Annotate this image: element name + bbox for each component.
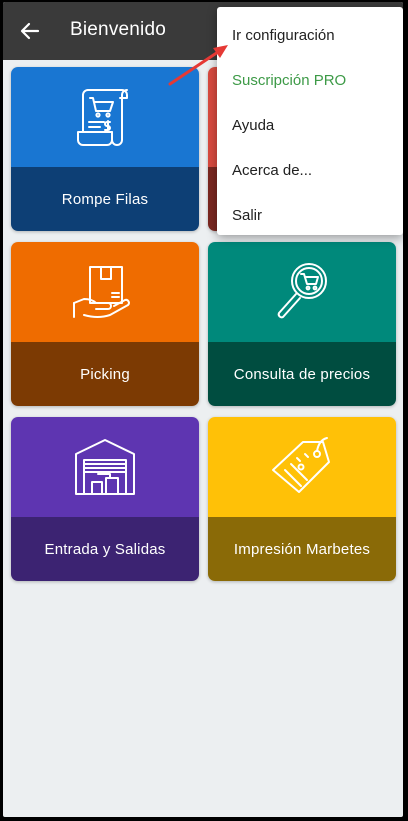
- menu-item-suscripcion-pro[interactable]: Suscripción PRO: [217, 58, 403, 103]
- menu-item-salir[interactable]: Salir: [217, 193, 403, 238]
- app-screen: Bienvenido Rompe Filas Picking Consulta …: [3, 2, 403, 817]
- tile-entrada-salidas[interactable]: Entrada y Salidas: [11, 417, 199, 581]
- tile-bottom: Consulta de precios: [208, 342, 396, 406]
- overflow-menu: Ir configuración Suscripción PRO Ayuda A…: [217, 7, 403, 235]
- tile-picking[interactable]: Picking: [11, 242, 199, 406]
- tile-label: Entrada y Salidas: [44, 540, 166, 558]
- tile-label: Picking: [80, 365, 130, 383]
- back-button[interactable]: [17, 18, 43, 44]
- arrow-left-icon: [20, 22, 40, 40]
- price-tag-icon: [272, 437, 330, 493]
- tile-rompe-filas[interactable]: Rompe Filas: [11, 67, 199, 231]
- menu-item-ir-configuracion[interactable]: Ir configuración: [217, 13, 403, 58]
- tile-top: [208, 417, 396, 517]
- tile-bottom: Picking: [11, 342, 199, 406]
- tile-label: Rompe Filas: [61, 190, 149, 208]
- receipt-cart-icon: [77, 89, 128, 146]
- tile-bottom: Entrada y Salidas: [11, 517, 199, 581]
- hand-box-icon: [73, 266, 130, 318]
- menu-item-acerca-de[interactable]: Acerca de...: [217, 148, 403, 193]
- tile-top: [11, 417, 199, 517]
- tile-label: Consulta de precios: [233, 365, 371, 383]
- tile-bottom: Impresión Marbetes: [208, 517, 396, 581]
- tile-top: [11, 67, 199, 167]
- page-title: Bienvenido: [70, 19, 167, 40]
- warehouse-icon: [75, 439, 135, 495]
- tile-label: Impresión Marbetes: [233, 540, 371, 558]
- magnifier-cart-icon: [277, 263, 327, 319]
- menu-item-ayuda[interactable]: Ayuda: [217, 103, 403, 148]
- tile-top: [11, 242, 199, 342]
- tile-impresion-marbetes[interactable]: Impresión Marbetes: [208, 417, 396, 581]
- tile-top: [208, 242, 396, 342]
- tile-bottom: Rompe Filas: [11, 167, 199, 231]
- tile-consulta-precios[interactable]: Consulta de precios: [208, 242, 396, 406]
